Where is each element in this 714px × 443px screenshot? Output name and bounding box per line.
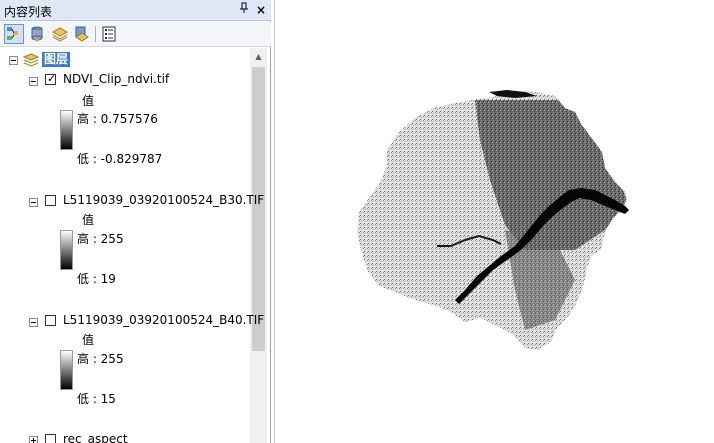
toolbar-separator	[95, 26, 96, 42]
list-by-drawing-order-icon[interactable]	[4, 24, 24, 44]
legend-color-ramp	[60, 110, 73, 150]
legend-high-label: 高 : 255	[77, 232, 124, 246]
layer-row[interactable]: ✓ NDVI_Clip_ndvi.tif	[0, 72, 250, 88]
legend-value-heading: 值	[82, 333, 95, 347]
layer-visibility-checkbox[interactable]	[45, 434, 56, 443]
legend-high-label: 高 : 0.757576	[77, 112, 158, 126]
layer-name[interactable]: L5119039_03920100524_B30.TIF	[63, 193, 264, 207]
toc-scrollbar-thumb[interactable]	[252, 67, 265, 351]
table-of-contents-panel: 内容列表 × ▲ 图层 ✓ NDVI_Clip_ndvi.tif 值 高: 0…	[0, 0, 271, 443]
legend-low-label: 低 : 15	[77, 392, 116, 406]
legend-low-label: 低 : -0.829787	[77, 152, 163, 166]
layer-row[interactable]: L5119039_03920100524_B30.TIF	[0, 193, 264, 209]
pin-icon[interactable]	[237, 2, 251, 18]
legend-value-heading: 值	[82, 94, 95, 108]
scroll-up-arrow-icon[interactable]: ▲	[250, 48, 267, 65]
list-by-selection-icon[interactable]	[72, 24, 92, 44]
layer-name[interactable]: rec_aspect	[63, 432, 128, 443]
list-by-source-icon[interactable]	[27, 24, 47, 44]
legend-low-label: 低 : 19	[77, 272, 116, 286]
layer-name[interactable]: NDVI_Clip_ndvi.tif	[63, 72, 169, 86]
layer-visibility-checkbox[interactable]: ✓	[45, 72, 56, 85]
layer-group-row[interactable]: 图层	[0, 52, 250, 68]
toc-title: 内容列表	[4, 5, 53, 19]
legend-color-ramp	[60, 230, 73, 270]
legend-high-label: 高 : 255	[77, 352, 124, 366]
group-collapse-icon[interactable]	[9, 56, 18, 65]
layers-icon	[22, 52, 40, 71]
layer-name[interactable]: L5119039_03920100524_B40.TIF	[63, 313, 264, 327]
map-view[interactable]	[274, 0, 714, 443]
ndvi-raster-map	[357, 90, 629, 350]
layer-row[interactable]: L5119039_03920100524_B40.TIF	[0, 313, 264, 329]
close-icon[interactable]: ×	[254, 2, 268, 18]
toc-title-bar: 内容列表 ×	[0, 0, 271, 21]
layer-collapse-icon[interactable]	[29, 318, 38, 327]
legend-value-heading: 值	[82, 213, 95, 227]
layer-collapse-icon[interactable]	[29, 77, 38, 86]
options-icon[interactable]	[99, 24, 119, 44]
layer-visibility-checkbox[interactable]	[45, 315, 56, 326]
layer-collapse-icon[interactable]	[29, 198, 38, 207]
legend-color-ramp	[60, 350, 73, 390]
list-by-visibility-icon[interactable]	[50, 24, 70, 44]
layer-visibility-checkbox[interactable]	[45, 195, 56, 206]
layer-group-label[interactable]: 图层	[42, 52, 71, 67]
layer-row[interactable]: rec_aspect	[0, 432, 250, 443]
toc-toolbar	[0, 22, 271, 47]
layer-expand-icon[interactable]	[29, 436, 38, 443]
